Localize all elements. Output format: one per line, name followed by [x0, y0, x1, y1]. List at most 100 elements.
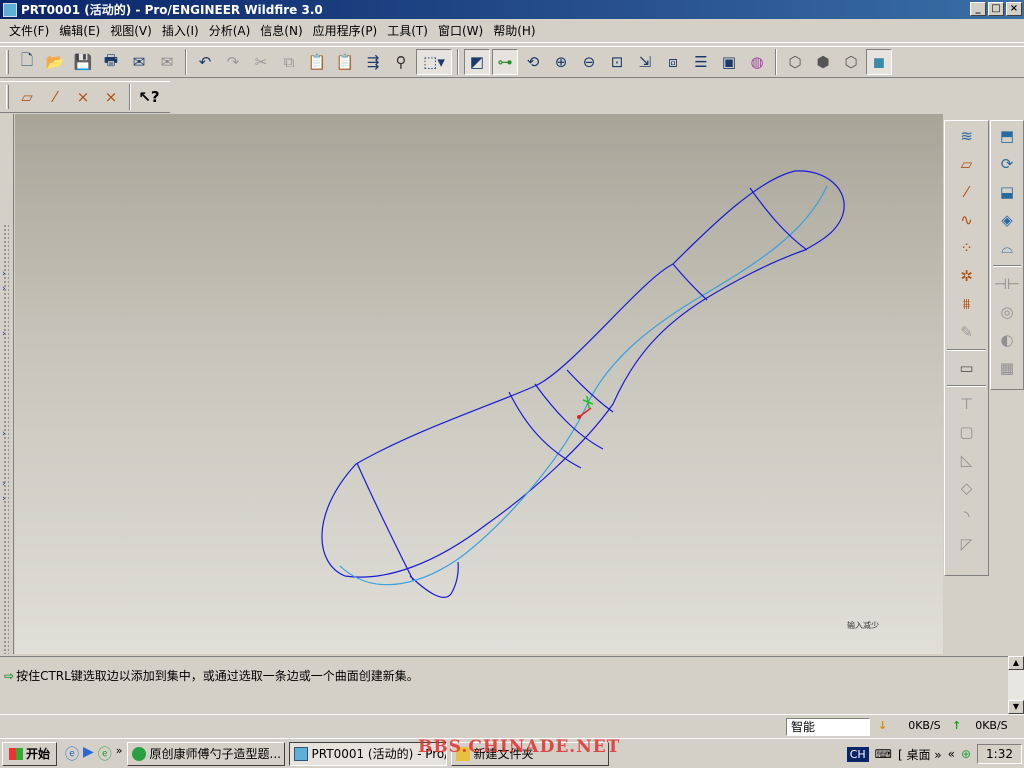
find-icon[interactable]: ⚲: [388, 49, 414, 75]
paste-icon[interactable]: 📋: [304, 49, 330, 75]
desktop-toolbar[interactable]: [ 桌面 »: [898, 746, 942, 763]
appearance-icon[interactable]: ◍: [744, 49, 770, 75]
sketched-curve-icon[interactable]: ≋: [952, 123, 982, 149]
spoon-wireframe-model[interactable]: [15, 114, 943, 654]
zoom-out-icon[interactable]: ⊖: [576, 49, 602, 75]
expand-arrow-icon[interactable]: ›: [2, 329, 6, 339]
sketch-tool-icon[interactable]: ✎: [952, 319, 982, 345]
csys-display-icon[interactable]: ⨯: [98, 84, 124, 110]
keyboard-icon[interactable]: ⌨: [875, 747, 892, 761]
analysis-feature-icon[interactable]: ⩩: [952, 291, 982, 317]
boundary-blend-icon[interactable]: ◈: [992, 207, 1022, 233]
pattern-icon[interactable]: ▦: [992, 355, 1022, 381]
taskbar-item-browser[interactable]: 原创康师傅勺子造型题...: [126, 741, 285, 766]
ie-icon[interactable]: ⓔ: [65, 744, 79, 764]
undo-icon[interactable]: ↶: [192, 49, 218, 75]
menu-applications[interactable]: 应用程序(P): [308, 22, 383, 39]
close-button[interactable]: ×: [1006, 2, 1022, 16]
tray-expand-icon[interactable]: «: [948, 747, 955, 761]
redo-icon[interactable]: ↷: [220, 49, 246, 75]
print-icon[interactable]: 🖶: [98, 49, 124, 75]
round-icon[interactable]: ◝: [952, 503, 982, 529]
mirror-icon[interactable]: ⊣⊢: [992, 271, 1022, 297]
extrude-icon[interactable]: ⬒: [992, 123, 1022, 149]
hidden-line-icon[interactable]: ⬢: [810, 49, 836, 75]
menu-bar: 文件(F) 编辑(E) 视图(V) 插入(I) 分析(A) 信息(N) 应用程序…: [0, 19, 1024, 43]
draft-icon[interactable]: ◇: [952, 475, 982, 501]
menu-view[interactable]: 视图(V): [105, 22, 157, 39]
regenerate-icon[interactable]: ⇶: [360, 49, 386, 75]
datum-axis-icon[interactable]: ⁄: [952, 179, 982, 205]
ime-indicator[interactable]: CH: [846, 746, 869, 762]
scroll-down-button[interactable]: ▼: [1008, 700, 1024, 714]
toolbar-grip[interactable]: [6, 85, 9, 109]
datum-axis-display-icon[interactable]: ⁄: [42, 84, 68, 110]
message-scrollbar[interactable]: ▲ ▼: [1008, 656, 1024, 714]
scroll-up-button[interactable]: ▲: [1008, 656, 1024, 670]
email-link-icon[interactable]: ✉: [154, 49, 180, 75]
wireframe-icon[interactable]: ⬡: [782, 49, 808, 75]
datum-point-display-icon[interactable]: ×: [70, 84, 96, 110]
spin-center-icon[interactable]: ⊶: [492, 49, 518, 75]
menu-file[interactable]: 文件(F): [4, 22, 54, 39]
datum-plane-display-icon[interactable]: ▱: [14, 84, 40, 110]
view-manager-icon[interactable]: ▣: [716, 49, 742, 75]
reorient-icon[interactable]: ⇲: [632, 49, 658, 75]
variable-sweep-icon[interactable]: ⬓: [992, 179, 1022, 205]
rib-icon[interactable]: ◺: [952, 447, 982, 473]
cut-icon[interactable]: ✂: [248, 49, 274, 75]
menu-tools[interactable]: 工具(T): [382, 22, 433, 39]
menu-edit[interactable]: 编辑(E): [54, 22, 105, 39]
orient-icon[interactable]: ⟲: [520, 49, 546, 75]
expand-arrow-icon[interactable]: ›: [2, 429, 6, 439]
context-help-icon[interactable]: ↖?: [136, 84, 162, 110]
saved-views-icon[interactable]: ⧈: [660, 49, 686, 75]
menu-insert[interactable]: 插入(I): [157, 22, 204, 39]
menu-info[interactable]: 信息(N): [255, 22, 307, 39]
datum-display-icon[interactable]: ◩: [464, 49, 490, 75]
browser-icon[interactable]: ⓔ: [98, 744, 112, 764]
menu-help[interactable]: 帮助(H): [488, 22, 540, 39]
chamfer-icon[interactable]: ◸: [952, 531, 982, 557]
datum-curve-icon[interactable]: ∿: [952, 207, 982, 233]
copy-icon[interactable]: ⧉: [276, 49, 302, 75]
selection-filter-dropdown[interactable]: 智能: [786, 718, 870, 736]
save-icon[interactable]: 💾: [70, 49, 96, 75]
menu-analysis[interactable]: 分析(A): [204, 22, 256, 39]
more-chevron-icon[interactable]: »: [116, 744, 123, 764]
section-curve: [566, 369, 614, 413]
toolbar-grip[interactable]: [6, 50, 9, 74]
zoom-in-icon[interactable]: ⊕: [548, 49, 574, 75]
expand-arrow-icon[interactable]: ›: [2, 479, 6, 489]
open-file-icon[interactable]: 📂: [42, 49, 68, 75]
trim-icon[interactable]: ◐: [992, 327, 1022, 353]
graphics-viewport[interactable]: 输入减少: [15, 114, 943, 654]
expand-arrow-icon[interactable]: ›: [2, 269, 6, 279]
email-icon[interactable]: ✉: [126, 49, 152, 75]
menu-window[interactable]: 窗口(W): [433, 22, 488, 39]
datum-csys-icon[interactable]: ✲: [952, 263, 982, 289]
merge-icon[interactable]: ◎: [992, 299, 1022, 325]
hole-icon[interactable]: ⊤: [952, 391, 982, 417]
network-icon[interactable]: ⊕: [961, 747, 971, 761]
new-file-icon[interactable]: 🗋: [14, 49, 40, 75]
style-icon[interactable]: ⌓: [992, 235, 1022, 261]
shading-icon[interactable]: ◼: [866, 49, 892, 75]
start-button[interactable]: 开始: [2, 741, 58, 766]
expand-arrow-icon[interactable]: ›: [2, 284, 6, 294]
revolve-icon[interactable]: ⟳: [992, 151, 1022, 177]
shell-icon[interactable]: ▢: [952, 419, 982, 445]
select-box-icon[interactable]: ⬚▾: [416, 49, 452, 75]
paste-special-icon[interactable]: 📋: [332, 49, 358, 75]
layers-icon[interactable]: ☰: [688, 49, 714, 75]
datum-point-icon[interactable]: ⁘: [952, 235, 982, 261]
maximize-button[interactable]: □: [988, 2, 1004, 16]
annotation-icon[interactable]: ▭: [952, 355, 982, 381]
refit-icon[interactable]: ⊡: [604, 49, 630, 75]
media-player-icon[interactable]: ▶: [83, 744, 94, 764]
no-hidden-icon[interactable]: ⬡: [838, 49, 864, 75]
datum-plane-icon[interactable]: ▱: [952, 151, 982, 177]
expand-arrow-icon[interactable]: ›: [2, 494, 6, 504]
model-tree-strip[interactable]: › › › › › ›: [0, 114, 14, 654]
minimize-button[interactable]: _: [970, 2, 986, 16]
